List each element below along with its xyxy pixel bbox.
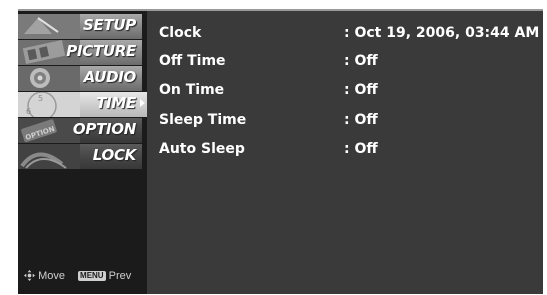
move-hint-label: Move bbox=[38, 270, 65, 282]
menu-item-label: OPTION bbox=[72, 120, 136, 138]
menu-item-label: LOCK bbox=[92, 146, 137, 164]
menu-footer-hints: Move MENU Prev bbox=[24, 270, 131, 282]
setting-row-sleep-time[interactable]: Sleep Time : Off bbox=[159, 112, 543, 132]
time-settings-panel: Clock : Oct 19, 2006, 03:44 AM Off Time … bbox=[148, 11, 543, 294]
submenu-arrow-icon bbox=[140, 99, 145, 107]
setting-name: Clock bbox=[159, 25, 202, 41]
setting-name: On Time bbox=[159, 82, 225, 98]
menu-item-picture[interactable]: PICTURE bbox=[18, 40, 142, 65]
tv-osd-menu: SETUP PICTURE AUDIO 6 5 TIME OPTION OPTI… bbox=[18, 9, 543, 294]
menu-sidebar: SETUP PICTURE AUDIO 6 5 TIME OPTION OPTI… bbox=[18, 11, 147, 294]
satellite-icon bbox=[18, 14, 80, 39]
setting-value: : Off bbox=[344, 112, 378, 128]
prev-hint-label: Prev bbox=[108, 270, 132, 282]
setting-value: : Off bbox=[344, 53, 378, 69]
setting-row-off-time[interactable]: Off Time : Off bbox=[159, 53, 543, 73]
lock-icon bbox=[18, 144, 80, 169]
menu-item-label: TIME bbox=[96, 94, 136, 112]
setting-name: Off Time bbox=[159, 53, 226, 69]
clock-icon: 6 5 bbox=[18, 92, 80, 117]
setting-value: : Oct 19, 2006, 03:44 AM bbox=[344, 25, 540, 41]
svg-text:6: 6 bbox=[26, 107, 31, 116]
option-icon: OPTION bbox=[18, 118, 80, 143]
menu-item-option[interactable]: OPTION OPTION bbox=[18, 118, 142, 143]
setting-row-on-time[interactable]: On Time : Off bbox=[159, 82, 543, 102]
setting-name: Auto Sleep bbox=[159, 141, 245, 157]
setting-name: Sleep Time bbox=[159, 112, 247, 128]
setting-value: : Off bbox=[344, 82, 378, 98]
svg-text:5: 5 bbox=[38, 94, 43, 103]
menu-item-time[interactable]: 6 5 TIME bbox=[18, 92, 147, 117]
menu-item-lock[interactable]: LOCK bbox=[18, 144, 142, 169]
setting-row-clock[interactable]: Clock : Oct 19, 2006, 03:44 AM bbox=[159, 25, 543, 45]
move-arrows-icon bbox=[24, 270, 35, 281]
menu-item-setup[interactable]: SETUP bbox=[18, 14, 142, 39]
speaker-icon bbox=[18, 66, 80, 91]
menu-item-label: AUDIO bbox=[83, 68, 137, 86]
menu-item-audio[interactable]: AUDIO bbox=[18, 66, 142, 91]
menu-item-label: PICTURE bbox=[66, 42, 136, 60]
setting-row-auto-sleep[interactable]: Auto Sleep : Off bbox=[159, 141, 543, 161]
menu-key-badge: MENU bbox=[78, 271, 106, 281]
setting-value: : Off bbox=[344, 141, 378, 157]
menu-item-label: SETUP bbox=[83, 16, 136, 34]
